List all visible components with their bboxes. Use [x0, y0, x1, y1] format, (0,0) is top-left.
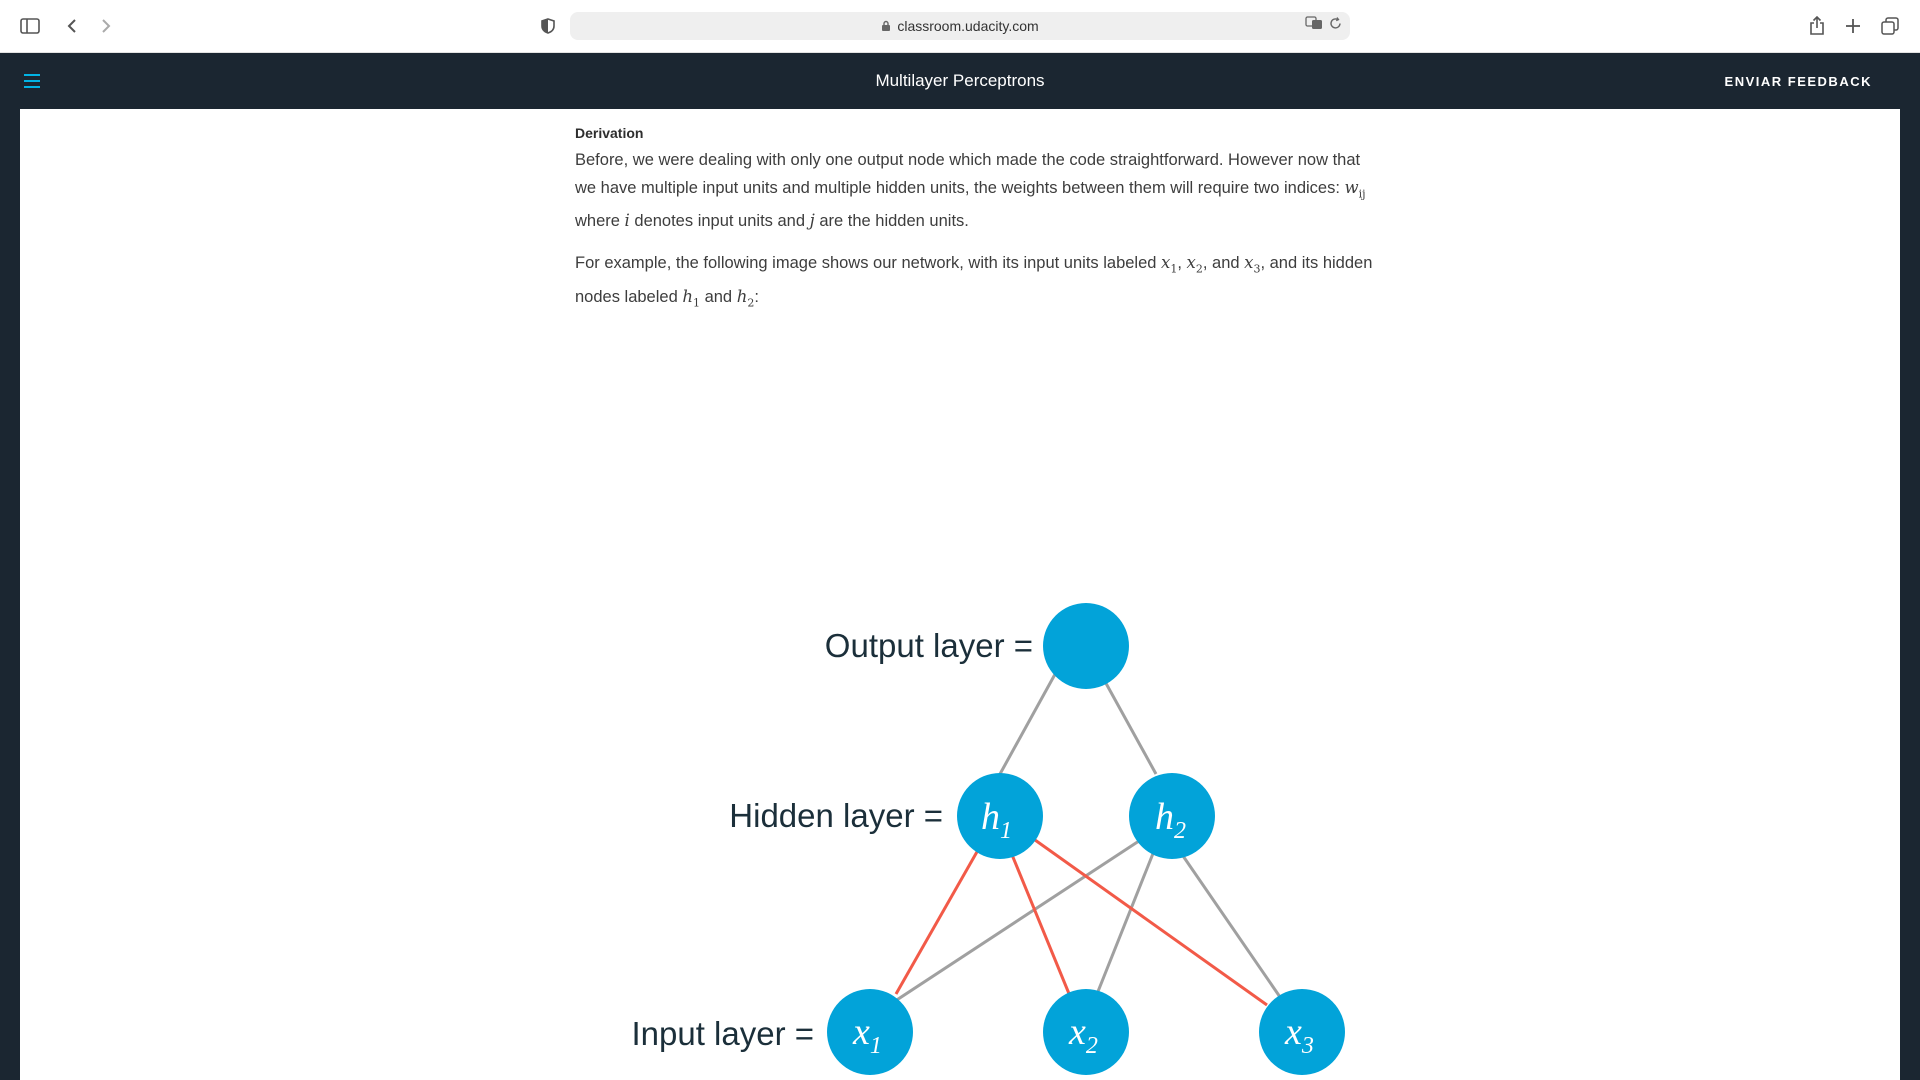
translate-icon[interactable] — [1305, 16, 1323, 33]
address-bar[interactable]: classroom.udacity.com — [570, 12, 1350, 40]
math-subscript: 2 — [1195, 262, 1203, 276]
tabs-icon[interactable] — [1874, 10, 1906, 42]
text-span: : — [754, 287, 759, 306]
math-x1: x1 — [1161, 253, 1177, 275]
section-heading: Derivation — [575, 125, 644, 141]
edge-h1-x2 — [1006, 844, 1074, 1002]
math-h2: h2 — [736, 286, 755, 309]
node-letter: x — [1284, 1011, 1302, 1053]
math-letter: h — [682, 286, 693, 306]
math-w-ij: wij — [1344, 178, 1366, 201]
text-span: , and — [1202, 254, 1245, 273]
shield-icon[interactable] — [532, 10, 564, 42]
page-title: Multilayer Perceptrons — [875, 71, 1045, 90]
paragraph-example: For example, the following image shows o… — [575, 253, 1373, 309]
new-tab-icon[interactable] — [1837, 10, 1869, 42]
math-subscript: 1 — [692, 295, 700, 309]
reload-icon[interactable] — [1329, 16, 1342, 33]
input-node-x2 — [1043, 989, 1129, 1075]
node-subscript: 2 — [1174, 818, 1186, 844]
text-span: and — [699, 287, 737, 306]
network-diagram: h1 h2 x1 x2 x3 Output layer = Hidden lay… — [631, 603, 1345, 1075]
article: Derivation Before, we were dealing with … — [575, 125, 1375, 330]
share-icon[interactable] — [1801, 10, 1833, 42]
text-span: Before, we were dealing with only one ou… — [575, 151, 1361, 197]
math-x2: x2 — [1186, 253, 1203, 275]
math-x3: x3 — [1244, 253, 1260, 275]
browser-toolbar: classroom.udacity.com — [0, 0, 1920, 53]
node-letter: h — [1155, 796, 1174, 838]
output-node — [1043, 603, 1129, 689]
text-span: For example, the following image shows o… — [575, 254, 1162, 273]
math-h1: h1 — [682, 286, 700, 309]
node-subscript: 2 — [1086, 1033, 1098, 1059]
forward-icon[interactable] — [90, 10, 122, 42]
input-node-x3 — [1259, 989, 1345, 1075]
app-header: Multilayer Perceptrons ENVIAR FEEDBACK — [0, 53, 1920, 109]
text-span: where — [575, 212, 625, 231]
content-panel: Derivation Before, we were dealing with … — [20, 109, 1900, 1080]
feedback-button[interactable]: ENVIAR FEEDBACK — [1725, 53, 1872, 109]
hidden-layer-label: Hidden layer = — [729, 797, 943, 834]
sidebar-icon[interactable] — [14, 10, 46, 42]
math-letter: w — [1344, 178, 1359, 197]
hidden-node-h1 — [957, 773, 1043, 859]
text-span: denotes input units and — [629, 212, 810, 231]
url-text: classroom.udacity.com — [897, 18, 1039, 34]
math-letter: x — [1161, 253, 1171, 273]
edge-h2-x3 — [1168, 836, 1282, 998]
math-subscript: ij — [1358, 187, 1366, 201]
math-letter: x — [1186, 253, 1196, 273]
node-subscript: 3 — [1301, 1033, 1314, 1059]
node-subscript: 1 — [870, 1033, 882, 1059]
input-node-x1 — [827, 989, 913, 1075]
node-subscript: 1 — [1000, 818, 1012, 844]
node-letter: x — [1068, 1011, 1086, 1053]
paragraph-weights: Before, we were dealing with only one ou… — [575, 147, 1375, 235]
edge-h2-x1 — [879, 837, 1143, 1013]
lock-icon — [881, 20, 891, 32]
output-layer-label: Output layer = — [825, 627, 1033, 664]
math-subscript: 1 — [1170, 262, 1178, 276]
math-letter: h — [736, 286, 748, 306]
input-layer-label: Input layer = — [631, 1015, 814, 1052]
node-letter: x — [852, 1011, 870, 1053]
text-span: are the hidden units. — [814, 212, 969, 231]
back-icon[interactable] — [56, 10, 88, 42]
node-letter: h — [981, 796, 1000, 838]
